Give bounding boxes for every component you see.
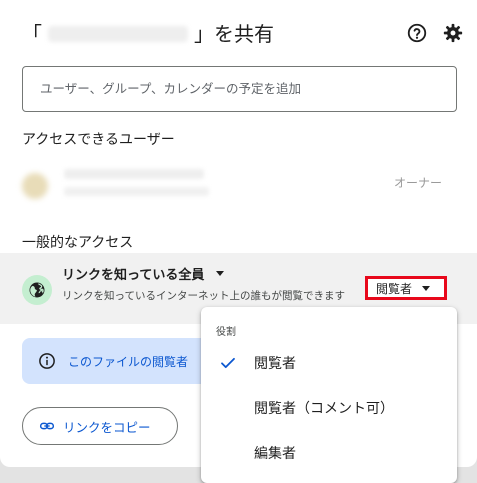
role-menu-header: 役割 xyxy=(216,327,236,338)
role-dropdown-value: 閲覧者 xyxy=(376,281,413,296)
role-option-editor[interactable]: 編集者 xyxy=(201,431,457,475)
role-option-label: 閲覧者 xyxy=(254,356,296,372)
add-people-input[interactable]: ユーザー、グループ、カレンダーの予定を追加 xyxy=(22,66,457,112)
role-option-viewer[interactable]: 閲覧者 xyxy=(201,341,457,385)
redacted-owner-email xyxy=(64,187,209,196)
role-menu: 役割 閲覧者 閲覧者（コメント可） 編集者 xyxy=(201,307,457,483)
general-access-title: リンクを知っている全員 xyxy=(62,268,205,283)
role-dropdown[interactable]: 閲覧者 xyxy=(365,276,447,300)
people-with-access-heading: アクセスできるユーザー xyxy=(22,132,175,148)
general-access-heading: 一般的なアクセス xyxy=(22,235,134,251)
owner-row: オーナー xyxy=(22,165,457,201)
caret-down-icon xyxy=(422,285,431,291)
general-access-description: リンクを知っているインターネット上の誰もが閲覧できます xyxy=(62,290,345,302)
info-banner-text: このファイルの閲覧者 xyxy=(68,354,189,369)
redacted-file-name xyxy=(48,26,188,42)
role-option-label: 編集者 xyxy=(254,446,296,462)
role-option-commenter[interactable]: 閲覧者（コメント可） xyxy=(201,386,457,430)
copy-link-label: リンクをコピー xyxy=(63,419,151,435)
title-suffix: 」を共有 xyxy=(194,22,274,46)
link-icon xyxy=(39,422,55,430)
redacted-owner-name xyxy=(64,169,204,179)
owner-role-label: オーナー xyxy=(394,176,443,190)
help-icon[interactable] xyxy=(406,22,428,44)
dialog-title: 「 」を共有 xyxy=(22,20,274,48)
info-icon xyxy=(39,353,55,369)
general-access-dropdown[interactable]: リンクを知っている全員 xyxy=(62,264,225,283)
check-icon xyxy=(221,357,235,369)
title-prefix: 「 xyxy=(22,22,42,46)
copy-link-button[interactable]: リンクをコピー xyxy=(22,407,178,445)
avatar xyxy=(22,173,48,199)
role-option-label: 閲覧者（コメント可） xyxy=(254,401,394,417)
info-banner[interactable]: このファイルの閲覧者 xyxy=(22,338,222,384)
gear-icon[interactable] xyxy=(442,22,464,44)
caret-down-icon xyxy=(216,271,225,276)
globe-icon xyxy=(22,275,52,305)
